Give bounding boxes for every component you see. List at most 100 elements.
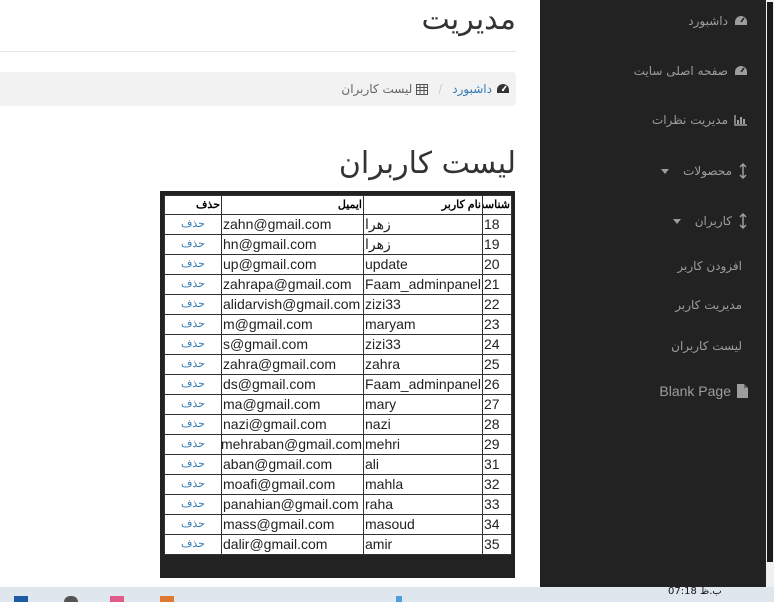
cell-email: zahrapa@gmail.com: [221, 274, 364, 295]
delete-link[interactable]: حذف: [181, 378, 205, 390]
app-icon[interactable]: [110, 596, 124, 602]
delete-link[interactable]: حذف: [181, 478, 205, 490]
cell-username: maryam: [363, 314, 483, 335]
cell-delete: حذف: [164, 254, 222, 275]
delete-link[interactable]: حذف: [181, 238, 205, 250]
cell-username: mary: [363, 394, 483, 415]
delete-link[interactable]: حذف: [181, 218, 205, 230]
sidebar-item-label: Blank Page: [659, 383, 731, 399]
sidebar-item-dashboard[interactable]: داشبورد: [688, 14, 748, 28]
header-delete: حذف: [164, 195, 222, 215]
start-icon[interactable]: [14, 596, 28, 602]
delete-link[interactable]: حذف: [181, 458, 205, 470]
sidebar-item-site-home[interactable]: صفحه اصلی سایت: [634, 64, 748, 78]
cell-id: 26: [482, 374, 512, 395]
cell-delete: حذف: [164, 294, 222, 315]
table-row: 19 زهرا hn@gmail.com حذف: [164, 234, 512, 255]
header-email: ایمیل: [221, 195, 364, 215]
cell-delete: حذف: [164, 514, 222, 535]
cell-id: 29: [482, 434, 512, 455]
cell-email: s@gmail.com: [221, 334, 364, 355]
cell-delete: حذف: [164, 334, 222, 355]
delete-link[interactable]: حذف: [181, 318, 205, 330]
sidebar: داشبورد صفحه اصلی سایت مدیریت نظرات محصو…: [540, 0, 766, 587]
cell-id: 33: [482, 494, 512, 515]
cell-id: 34: [482, 514, 512, 535]
cell-username: Faam_adminpanel: [363, 374, 483, 395]
sidebar-subitem-user-list[interactable]: لیست کاربران: [671, 339, 742, 353]
delete-link[interactable]: حذف: [181, 358, 205, 370]
cell-id: 18: [482, 214, 512, 235]
cell-username: Faam_adminpanel: [363, 274, 483, 295]
cell-email: mass@gmail.com: [221, 514, 364, 535]
cell-username: zizi33: [363, 294, 483, 315]
cell-email: zahn@gmail.com: [221, 214, 364, 235]
delete-link[interactable]: حذف: [181, 518, 205, 530]
scrollbar-thumb[interactable]: [767, 2, 773, 562]
scrollbar[interactable]: [766, 0, 774, 587]
table-row: 22 zizi33 alidarvish@gmail.com حذف: [164, 294, 512, 315]
cell-email: nazi@gmail.com: [221, 414, 364, 435]
delete-link[interactable]: حذف: [181, 398, 205, 410]
sidebar-subitem-manage-user[interactable]: مدیریت کاربر: [675, 298, 742, 312]
delete-link[interactable]: حذف: [181, 498, 205, 510]
delete-link[interactable]: حذف: [181, 438, 205, 450]
search-icon[interactable]: [64, 596, 78, 602]
breadcrumb: داشبورد / لیست کاربران: [0, 72, 516, 106]
cell-username: ali: [363, 454, 483, 475]
file-icon: [737, 384, 748, 398]
delete-link[interactable]: حذف: [181, 338, 205, 350]
cell-id: 23: [482, 314, 512, 335]
cell-delete: حذف: [164, 234, 222, 255]
cell-email: alidarvish@gmail.com: [221, 294, 364, 315]
delete-link[interactable]: حذف: [181, 258, 205, 270]
sidebar-subitem-add-user[interactable]: افزودن کاربر: [677, 259, 742, 273]
delete-link[interactable]: حذف: [181, 278, 205, 290]
cell-username: زهرا: [363, 214, 483, 235]
cell-id: 21: [482, 274, 512, 295]
users-table-container: شناسه نام کاربر ایمیل حذف 18زهراzahn@gma…: [160, 191, 515, 578]
delete-link[interactable]: حذف: [181, 298, 205, 310]
page-title: مدیریت: [421, 2, 516, 37]
sidebar-item-products[interactable]: محصولات: [661, 163, 748, 179]
cell-email: ds@gmail.com: [221, 374, 364, 395]
cell-email: ma@gmail.com: [221, 394, 364, 415]
sidebar-item-label: مدیریت نظرات: [651, 113, 728, 127]
cell-email: panahian@gmail.com: [221, 494, 364, 515]
app-icon[interactable]: [160, 596, 174, 602]
cell-username: زهرا: [363, 234, 483, 255]
cell-delete: حذف: [164, 314, 222, 335]
table-icon: [416, 83, 429, 95]
cell-id: 32: [482, 474, 512, 495]
delete-link[interactable]: حذف: [181, 538, 205, 550]
dashboard-icon: [734, 15, 748, 27]
cell-delete: حذف: [164, 214, 222, 235]
table-header-row: شناسه نام کاربر ایمیل حذف: [164, 195, 512, 215]
app-icon[interactable]: [396, 596, 402, 602]
cell-delete: حذف: [164, 374, 222, 395]
table-row: 33 raha panahian@gmail.com حذف: [164, 494, 512, 515]
sidebar-item-users[interactable]: کاربران: [672, 213, 748, 229]
table-row: 26 Faam_adminpanel ds@gmail.com حذف: [164, 374, 512, 395]
table-row: 23 maryam m@gmail.com حذف: [164, 314, 512, 335]
breadcrumb-home[interactable]: داشبورد: [452, 82, 510, 96]
sidebar-item-comments[interactable]: مدیریت نظرات: [652, 113, 748, 127]
cell-username: amir: [363, 534, 483, 555]
sidebar-item-label: محصولات: [683, 164, 732, 178]
sort-icon: [738, 213, 748, 229]
sidebar-item-blank-page[interactable]: Blank Page: [659, 383, 748, 399]
table-row: 32 mahla moafi@gmail.com حذف: [164, 474, 512, 495]
cell-id: 25: [482, 354, 512, 375]
cell-id: 35: [482, 534, 512, 555]
table-row: 34 masoud mass@gmail.com حذف: [164, 514, 512, 535]
cell-email: hn@gmail.com: [221, 234, 364, 255]
cell-email: aban@gmail.com: [221, 454, 364, 475]
table-row: 29 mehri mehraban@gmail.com حذف: [164, 434, 512, 455]
table-row: 21 Faam_adminpanel zahrapa@gmail.com حذف: [164, 274, 512, 295]
breadcrumb-home-link[interactable]: داشبورد: [452, 82, 492, 96]
delete-link[interactable]: حذف: [181, 418, 205, 430]
taskbar: 07:18 ب.ظ: [0, 586, 774, 602]
main-content: مدیریت داشبورد / لیست کاربران لیست کاربر…: [0, 0, 540, 587]
cell-email: up@gmail.com: [221, 254, 364, 275]
sidebar-item-label: داشبورد: [688, 14, 728, 28]
